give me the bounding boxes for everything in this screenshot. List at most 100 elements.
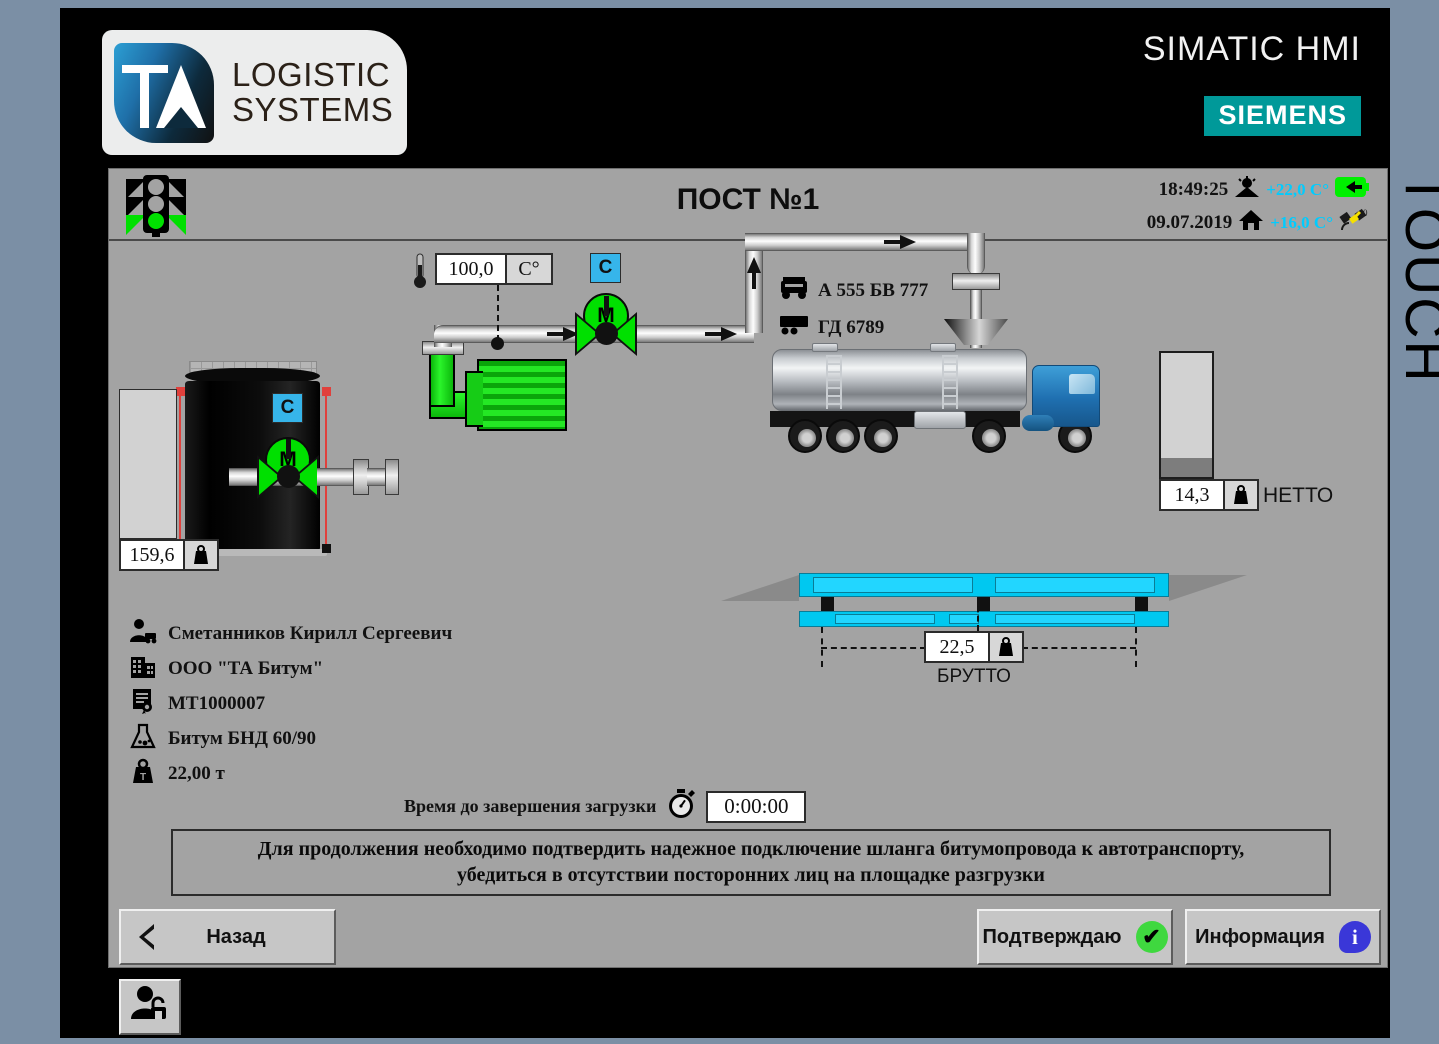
- brutto-dim-line-left: [821, 647, 926, 649]
- weighbridge-frame-seg-1: [835, 614, 935, 624]
- weighbridge-frame-seg-3: [995, 614, 1135, 624]
- instruction-message-text: Для продолжения необходимо подтвердить н…: [258, 837, 1244, 888]
- user-login-button[interactable]: [119, 979, 181, 1035]
- company-name: ООО "ТА Битум": [168, 657, 324, 679]
- tanker-toolbox: [914, 411, 966, 429]
- outside-temperature: +22,0 C°: [1266, 179, 1329, 199]
- information-button-label: Информация: [1195, 925, 1325, 948]
- valve-1[interactable]: [257, 439, 319, 499]
- titlebar: ПОСТ №1 18:49:25 +22,0 C° 09.07.2019 +16…: [109, 169, 1387, 241]
- sunrise-icon: [1234, 176, 1260, 203]
- back-button-label: Назад: [206, 925, 266, 948]
- load-cell-3: [1135, 597, 1148, 612]
- confirm-button[interactable]: Подтверждаю ✔: [977, 909, 1173, 965]
- quantity-value: 22,00 т: [168, 762, 225, 784]
- weighbridge-ramp-right: [1169, 575, 1247, 601]
- simatic-hmi-title: SIMATIC HMI: [1142, 30, 1361, 68]
- trailer-plate-row: ГД 6789: [779, 315, 884, 340]
- netto-value: 14,3: [1161, 481, 1223, 509]
- check-icon: ✔: [1135, 921, 1168, 953]
- weight-icon: [183, 541, 217, 569]
- flow-arrow-5: [900, 235, 916, 249]
- tank-level-marker-bottom-right: [322, 544, 331, 553]
- flow-arrow-3: [721, 327, 737, 341]
- house-icon: [1238, 209, 1264, 236]
- valve-2-control-badge[interactable]: C: [590, 253, 621, 283]
- overhead-pipe: [745, 233, 985, 251]
- netto-readout: 14,3: [1159, 479, 1259, 511]
- hmi-runtime-screen: ПОСТ №1 18:49:25 +22,0 C° 09.07.2019 +16…: [108, 168, 1388, 1035]
- product-name: Битум БНД 60/90: [168, 727, 316, 749]
- brutto-dim-center: [977, 597, 979, 631]
- instruction-message-box: Для продолжения необходимо подтвердить н…: [171, 829, 1331, 896]
- information-button[interactable]: Информация i: [1185, 909, 1381, 965]
- message-line-1: Для продолжения необходимо подтвердить н…: [257, 837, 1245, 860]
- netto-level-fill: [1161, 458, 1212, 477]
- truck-plate-row: А 555 БВ 777: [779, 277, 928, 304]
- centrifugal-pump-motor[interactable]: [465, 359, 567, 431]
- tanker-barrel: [772, 349, 1027, 411]
- weight-icon: T: [129, 758, 157, 789]
- load-cell-1: [821, 597, 834, 612]
- valve-1-control-badge[interactable]: C: [272, 393, 303, 423]
- message-line-2: убедиться в отсутствии посторонних лиц н…: [457, 863, 1045, 886]
- logo-wordmark: LOGISTIC SYSTEMS: [232, 57, 393, 127]
- temperature-readout: 100,0 C°: [435, 253, 553, 285]
- weighbridge-scale: [721, 571, 1247, 627]
- weighbridge-ramp-left: [721, 575, 799, 601]
- temperature-unit: C°: [505, 255, 551, 283]
- tank-level-indicator-left: [179, 387, 181, 553]
- tank-level-readout: 159,6: [119, 539, 219, 571]
- tractor-wheel-rear: [972, 419, 1006, 453]
- tank-level-marker-top-right: [322, 387, 331, 396]
- info-row-document: МТ1000007: [129, 686, 452, 721]
- chevron-left-icon: [139, 924, 155, 950]
- loading-arm-downpipe: [967, 233, 985, 275]
- trailer-wheel-3: [864, 419, 898, 453]
- document-number: МТ1000007: [168, 692, 266, 714]
- flask-icon: [129, 723, 157, 754]
- fuel-tank: [1022, 415, 1054, 431]
- siemens-logo: SIEMENS: [1204, 96, 1361, 136]
- brutto-label: БРУТТО: [937, 666, 1011, 687]
- tanker-hatch-2: [930, 343, 956, 352]
- valve-1-outlet-pipe: [317, 468, 357, 486]
- order-info-list: Сметанников Кирилл Сергеевич ООО "ТА Бит…: [129, 616, 452, 791]
- info-icon: i: [1338, 921, 1371, 953]
- tanker-hatch-1: [812, 343, 838, 352]
- truck-cab-icon: [779, 277, 809, 304]
- tanker-ladder-2: [942, 355, 958, 409]
- weighbridge-deck-segment-2: [995, 577, 1155, 593]
- info-row-driver: Сметанников Кирилл Сергеевич: [129, 616, 452, 651]
- building-icon: [129, 653, 157, 684]
- weight-icon: [1223, 481, 1257, 509]
- netto-label: НЕТТО: [1263, 484, 1334, 507]
- flow-arrow-stem-4: [752, 271, 756, 289]
- valve-2[interactable]: [575, 296, 637, 356]
- trailer-plate-number: ГД 6789: [818, 316, 885, 338]
- weighbridge-frame-seg-2: [949, 614, 979, 624]
- timer-value: 0:00:00: [706, 790, 807, 823]
- loading-arm-flange: [952, 273, 1000, 290]
- power-plug-icon: [1335, 177, 1369, 202]
- inside-temperature: +16,0 C°: [1270, 212, 1333, 232]
- process-mimic-diagram: 159,6 C M 100,0 C° C А 555 БВ 777 ГД 678…: [109, 233, 1387, 1035]
- tank-level-gauge: [119, 389, 177, 539]
- weight-icon: [988, 633, 1022, 661]
- svg-text:T: T: [140, 772, 146, 783]
- cab-window: [1069, 374, 1095, 394]
- info-row-product: Битум БНД 60/90: [129, 721, 452, 756]
- device-bezel: LOGISTIC SYSTEMS SIMATIC HMI SIEMENS TOU…: [30, 0, 1439, 1044]
- tank-level-marker-top-left: [176, 387, 185, 396]
- driver-icon: [129, 618, 157, 649]
- back-button[interactable]: Назад: [119, 909, 336, 965]
- trailer-wheel-1: [788, 419, 822, 453]
- temperature-value: 100,0: [437, 255, 505, 283]
- svg-text:0: 0: [1363, 208, 1368, 218]
- driver-name: Сметанников Кирилл Сергеевич: [168, 622, 453, 644]
- system-date: 09.07.2019: [1146, 211, 1233, 233]
- tanker-ladder-1: [826, 355, 842, 409]
- netto-level-gauge: [1159, 351, 1214, 479]
- tank-level-value: 159,6: [121, 541, 183, 569]
- satellite-icon: 0: [1339, 208, 1369, 237]
